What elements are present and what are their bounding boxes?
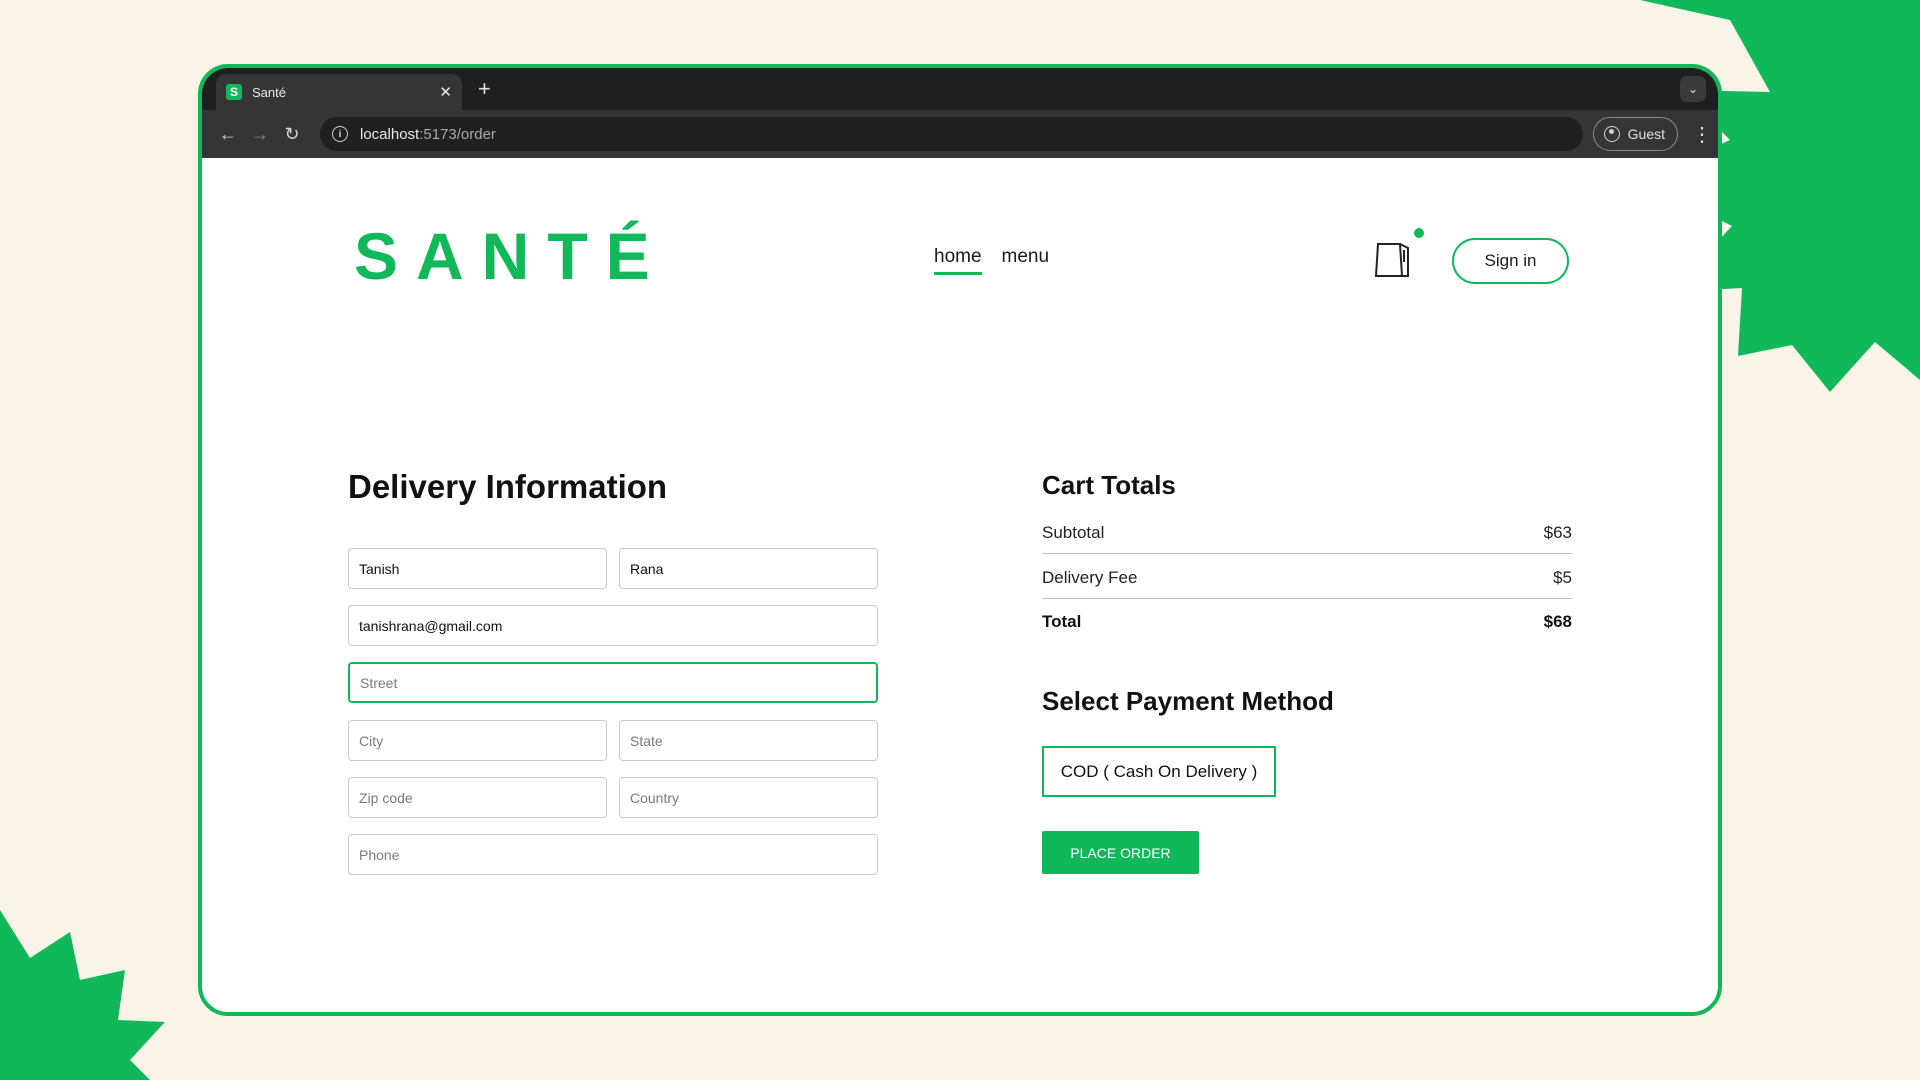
reload-icon[interactable]: ↻ <box>276 118 308 150</box>
zip-code-field[interactable] <box>348 777 607 818</box>
first-name-field[interactable] <box>348 548 607 589</box>
delivery-title: Delivery Information <box>348 468 668 505</box>
cart-row-value: $68 <box>1543 612 1572 631</box>
browser-toolbar: ← → ↻ i localhost:5173/order Guest ⋮ <box>202 110 1718 158</box>
order-page: SANTÉ home menu Sign in Delivery Informa… <box>202 158 1718 1012</box>
state-field[interactable] <box>619 720 878 761</box>
address-bar[interactable]: i localhost:5173/order <box>320 117 1583 151</box>
forward-icon[interactable]: → <box>244 118 276 150</box>
last-name-field[interactable] <box>619 548 878 589</box>
back-icon[interactable]: ← <box>212 118 244 150</box>
url-text: localhost:5173/order <box>360 126 496 143</box>
nav-link-menu[interactable]: menu <box>1002 246 1050 275</box>
cod-payment-option[interactable]: COD ( Cash On Delivery ) <box>1042 746 1276 797</box>
url-host: localhost <box>360 125 420 143</box>
city-field[interactable] <box>348 720 607 761</box>
more-menu-icon[interactable]: ⋮ <box>1692 122 1712 147</box>
url-path: :5173/order <box>419 125 496 143</box>
decorative-burst-bottom-left <box>0 910 180 1080</box>
street-field[interactable] <box>348 662 878 703</box>
cart-row-value: $5 <box>1553 568 1572 587</box>
browser-window: S Santé ✕ + ⌄ ← → ↻ i localhost:5173/ord… <box>198 64 1722 1016</box>
person-icon <box>1603 126 1620 142</box>
phone-field[interactable] <box>348 834 878 875</box>
sign-in-button[interactable]: Sign in <box>1452 238 1569 284</box>
cart-row-value: $63 <box>1543 523 1572 542</box>
tab-title: Santé <box>252 84 286 100</box>
site-logo[interactable]: SANTÉ <box>354 218 668 294</box>
profile-label: Guest <box>1627 126 1665 142</box>
cart-row-label: Delivery Fee <box>1042 568 1138 587</box>
cart-row-label: Subtotal <box>1042 523 1105 542</box>
favicon-icon: S <box>226 84 242 100</box>
new-tab-icon[interactable]: + <box>478 76 491 102</box>
cart-row-label: Total <box>1042 612 1082 631</box>
shopping-bag-icon[interactable] <box>1372 236 1412 280</box>
info-icon[interactable]: i <box>332 126 348 142</box>
payment-title: Select Payment Method <box>1042 686 1334 716</box>
close-icon[interactable]: ✕ <box>439 83 452 101</box>
place-order-button[interactable]: PLACE ORDER <box>1042 831 1199 874</box>
cart-row-subtotal: Subtotal $63 <box>1042 523 1572 554</box>
country-field[interactable] <box>619 777 878 818</box>
nav-link-home[interactable]: home <box>934 246 982 275</box>
cart-row-total: Total $68 <box>1042 612 1572 642</box>
cart-totals-title: Cart Totals <box>1042 470 1176 500</box>
browser-tab[interactable]: S Santé ✕ <box>216 74 462 110</box>
cart-indicator-dot <box>1414 228 1424 238</box>
profile-button[interactable]: Guest <box>1592 117 1678 151</box>
email-field[interactable] <box>348 605 878 646</box>
cart-row-delivery-fee: Delivery Fee $5 <box>1042 568 1572 599</box>
tab-bar: S Santé ✕ + ⌄ <box>202 68 1718 110</box>
main-nav: home menu <box>934 246 1049 275</box>
chevron-down-icon[interactable]: ⌄ <box>1680 76 1706 102</box>
